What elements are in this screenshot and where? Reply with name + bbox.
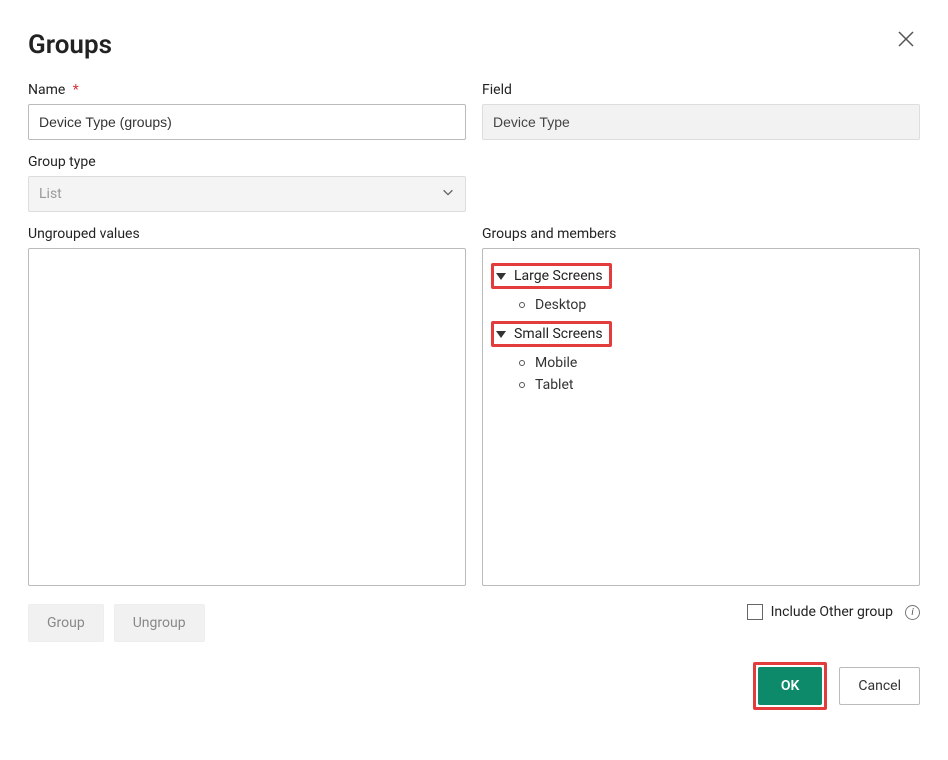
name-label: Name * bbox=[28, 82, 466, 98]
field-input bbox=[482, 104, 920, 140]
close-button[interactable] bbox=[892, 24, 920, 56]
title-row: Groups bbox=[28, 24, 920, 82]
expand-icon bbox=[496, 331, 506, 338]
name-input[interactable] bbox=[28, 104, 466, 140]
top-fields-row: Name * Field bbox=[28, 82, 920, 140]
group-member[interactable]: Tablet bbox=[491, 377, 911, 393]
group-type-row: Group type List bbox=[28, 154, 920, 212]
lists-row: Ungrouped values Group Ungroup Groups an… bbox=[28, 226, 920, 642]
ungrouped-listbox[interactable] bbox=[28, 248, 466, 586]
group-type-label: Group type bbox=[28, 154, 466, 170]
groups-members-label: Groups and members bbox=[482, 226, 920, 242]
member-name: Mobile bbox=[535, 355, 577, 371]
member-name: Tablet bbox=[535, 377, 573, 393]
include-other-row: Include Other group i bbox=[482, 604, 920, 620]
bullet-icon bbox=[519, 360, 525, 366]
group-type-col: Group type List bbox=[28, 154, 466, 212]
group-type-select[interactable]: List bbox=[28, 176, 466, 212]
dialog-footer: OK Cancel bbox=[28, 662, 920, 710]
chevron-down-icon bbox=[441, 185, 455, 203]
ungrouped-label: Ungrouped values bbox=[28, 226, 466, 242]
name-col: Name * bbox=[28, 82, 466, 140]
bullet-icon bbox=[519, 382, 525, 388]
field-label: Field bbox=[482, 82, 920, 98]
ok-highlight: OK bbox=[753, 662, 828, 710]
group-name: Large Screens bbox=[514, 268, 603, 284]
close-icon bbox=[898, 31, 914, 47]
cancel-button[interactable]: Cancel bbox=[839, 667, 920, 705]
name-label-text: Name bbox=[28, 82, 65, 98]
field-col: Field bbox=[482, 82, 920, 140]
groups-dialog: Groups Name * Field Group type List bbox=[0, 0, 948, 738]
info-icon[interactable]: i bbox=[905, 605, 920, 620]
required-indicator: * bbox=[73, 82, 79, 98]
group-ungroup-row: Group Ungroup bbox=[28, 604, 466, 642]
group-button[interactable]: Group bbox=[28, 604, 104, 642]
dialog-title: Groups bbox=[28, 30, 112, 60]
group-type-value: List bbox=[39, 186, 62, 202]
groups-col: Groups and members Large Screens Desktop S… bbox=[482, 226, 920, 642]
include-other-label: Include Other group bbox=[771, 604, 893, 620]
group-name: Small Screens bbox=[514, 326, 603, 342]
member-name: Desktop bbox=[535, 297, 586, 313]
expand-icon bbox=[496, 273, 506, 280]
group-member[interactable]: Desktop bbox=[491, 297, 911, 313]
group-member[interactable]: Mobile bbox=[491, 355, 911, 371]
group-header[interactable]: Small Screens bbox=[491, 321, 612, 347]
ungroup-button[interactable]: Ungroup bbox=[114, 604, 205, 642]
ok-button[interactable]: OK bbox=[758, 667, 823, 705]
group-type-spacer bbox=[482, 154, 920, 212]
groups-members-listbox[interactable]: Large Screens Desktop Small Screens Mobile T… bbox=[482, 248, 920, 586]
group-header[interactable]: Large Screens bbox=[491, 263, 612, 289]
ungrouped-col: Ungrouped values Group Ungroup bbox=[28, 226, 466, 642]
bullet-icon bbox=[519, 302, 525, 308]
include-other-checkbox[interactable] bbox=[747, 604, 763, 620]
